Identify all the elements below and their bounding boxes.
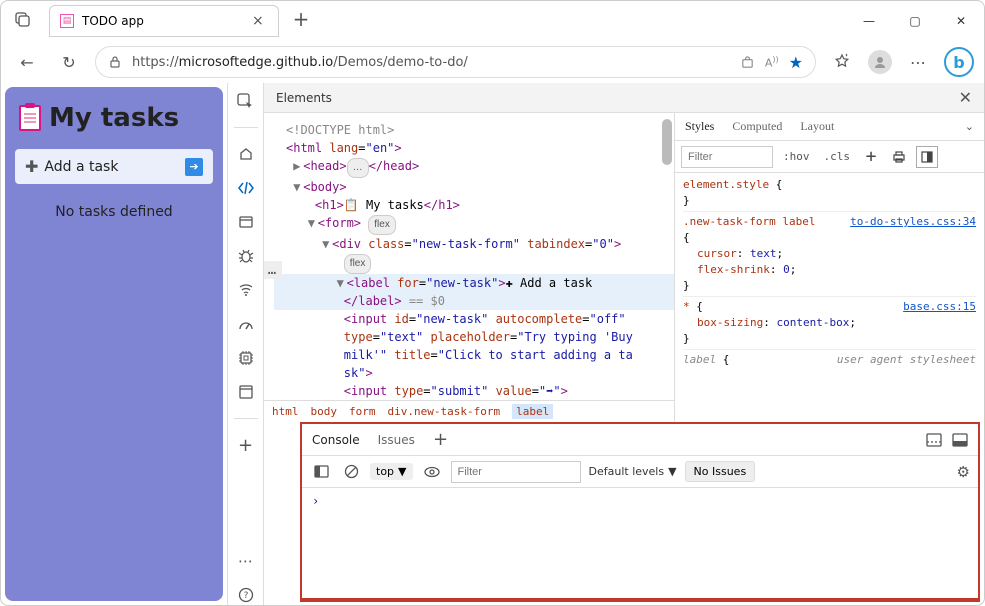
devtools-panel: + ⋯ ? Elements ✕ … <!DOCT xyxy=(227,83,984,605)
console-body[interactable]: › xyxy=(302,488,978,598)
site-lock-icon[interactable] xyxy=(108,55,122,69)
log-levels-selector[interactable]: Default levels ▼ xyxy=(589,465,677,478)
dom-breadcrumb[interactable]: html body form div.new-task-form label xyxy=(264,400,674,422)
styles-toolbar: :hov .cls + xyxy=(675,141,984,173)
favorite-star-icon[interactable]: ★ xyxy=(789,53,803,72)
console-filter-input[interactable] xyxy=(451,461,581,483)
context-selector[interactable]: top ▼ xyxy=(370,463,413,480)
overflow-dots-icon: … xyxy=(264,261,282,279)
elements-tool-icon[interactable] xyxy=(236,178,256,198)
help-icon[interactable]: ? xyxy=(236,585,256,605)
elements-tab[interactable]: Elements xyxy=(276,91,332,105)
application-icon[interactable] xyxy=(236,382,256,402)
computed-toggle-icon[interactable] xyxy=(916,146,938,168)
cls-toggle[interactable]: .cls xyxy=(820,150,855,163)
welcome-icon[interactable] xyxy=(236,144,256,164)
url-text: https://microsoftedge.github.io/Demos/de… xyxy=(132,55,730,70)
devtools-activity-bar: + ⋯ ? xyxy=(228,83,264,605)
add-task-input[interactable]: ✚ Add a task ➔ xyxy=(15,149,213,184)
menu-button[interactable]: ⋯ xyxy=(902,46,934,78)
chevron-down-icon[interactable]: ⌄ xyxy=(965,120,974,133)
dock-icon[interactable] xyxy=(926,433,942,447)
performance-icon[interactable] xyxy=(236,314,256,334)
stylesheet-link[interactable]: base.css:15 xyxy=(903,299,976,315)
console-settings-icon[interactable]: ⚙ xyxy=(957,463,970,481)
empty-state: No tasks defined xyxy=(15,204,213,220)
no-issues-button[interactable]: No Issues xyxy=(685,461,756,482)
issues-tab[interactable]: Issues xyxy=(378,433,415,447)
read-aloud-icon[interactable]: A)) xyxy=(765,55,779,70)
print-icon[interactable] xyxy=(888,146,910,168)
console-tab[interactable]: Console xyxy=(312,433,360,447)
add-tool-icon[interactable]: + xyxy=(236,435,256,455)
console-prompt: › xyxy=(312,494,319,508)
expand-drawer-icon[interactable] xyxy=(952,433,968,447)
bing-button[interactable]: b xyxy=(944,47,974,77)
profile-avatar[interactable] xyxy=(868,50,892,74)
add-task-label: Add a task xyxy=(44,159,118,175)
live-expression-icon[interactable] xyxy=(421,461,443,483)
tab-close-icon[interactable]: × xyxy=(252,13,268,29)
svg-text:?: ? xyxy=(243,591,248,601)
memory-icon[interactable] xyxy=(236,348,256,368)
clipboard-icon xyxy=(19,105,41,131)
plus-icon: ✚ xyxy=(25,157,38,176)
window-controls: — ▢ ✕ xyxy=(846,5,984,37)
refresh-button[interactable]: ↻ xyxy=(53,46,85,78)
tab-favicon-icon: ▤ xyxy=(60,14,74,28)
window-titlebar: ▤ TODO app × + — ▢ ✕ xyxy=(1,1,984,41)
hov-toggle[interactable]: :hov xyxy=(779,150,814,163)
add-drawer-tab-icon[interactable]: + xyxy=(433,429,448,450)
bug-icon[interactable] xyxy=(236,246,256,266)
inspect-mode-icon[interactable] xyxy=(236,91,256,111)
console-toolbar: top ▼ Default levels ▼ No Issues ⚙ xyxy=(302,456,978,488)
styles-filter-input[interactable] xyxy=(681,146,773,168)
devtools-main-tabs: Elements ✕ xyxy=(264,83,984,113)
address-bar[interactable]: https://microsoftedge.github.io/Demos/de… xyxy=(95,46,816,78)
computed-tab[interactable]: Computed xyxy=(732,119,782,134)
close-button[interactable]: ✕ xyxy=(938,5,984,37)
styles-rules[interactable]: element.style { } to-do-styles.css:34.ne… xyxy=(675,173,984,422)
browser-toolbar: ← ↻ https://microsoftedge.github.io/Demo… xyxy=(1,41,984,83)
shopping-icon[interactable] xyxy=(740,55,755,70)
layout-tab[interactable]: Layout xyxy=(800,119,834,134)
styles-tab[interactable]: Styles xyxy=(685,119,714,134)
styles-tabs: Styles Computed Layout ⌄ xyxy=(675,113,984,141)
browser-tab[interactable]: ▤ TODO app × xyxy=(49,5,279,37)
console-drawer: Console Issues + top ▼ xyxy=(300,422,980,602)
new-rule-icon[interactable]: + xyxy=(860,146,882,168)
scrollbar[interactable] xyxy=(662,119,672,165)
sidebar-toggle-icon[interactable] xyxy=(310,461,332,483)
new-tab-button[interactable]: + xyxy=(287,5,315,33)
drawer-tabs: Console Issues + xyxy=(302,424,978,456)
app-title: My tasks xyxy=(19,103,213,133)
todo-app: My tasks ✚ Add a task ➔ No tasks defined xyxy=(5,87,223,601)
sources-tool-icon[interactable] xyxy=(236,212,256,232)
dom-tree[interactable]: … <!DOCTYPE html> <html lang="en"> ▶<hea… xyxy=(264,113,674,400)
favorites-icon[interactable] xyxy=(826,46,858,78)
clear-console-icon[interactable] xyxy=(340,461,362,483)
submit-task-button[interactable]: ➔ xyxy=(185,158,203,176)
network-icon[interactable] xyxy=(236,280,256,300)
devtools-close-icon[interactable]: ✕ xyxy=(959,88,972,107)
back-button[interactable]: ← xyxy=(11,46,43,78)
styles-pane: Styles Computed Layout ⌄ :hov .cls + xyxy=(674,113,984,422)
minimize-button[interactable]: — xyxy=(846,5,892,37)
maximize-button[interactable]: ▢ xyxy=(892,5,938,37)
more-tools-icon[interactable]: ⋯ xyxy=(236,551,256,571)
stylesheet-link[interactable]: to-do-styles.css:34 xyxy=(850,214,976,230)
tab-title: TODO app xyxy=(82,14,244,28)
tab-actions-icon[interactable] xyxy=(9,5,37,33)
